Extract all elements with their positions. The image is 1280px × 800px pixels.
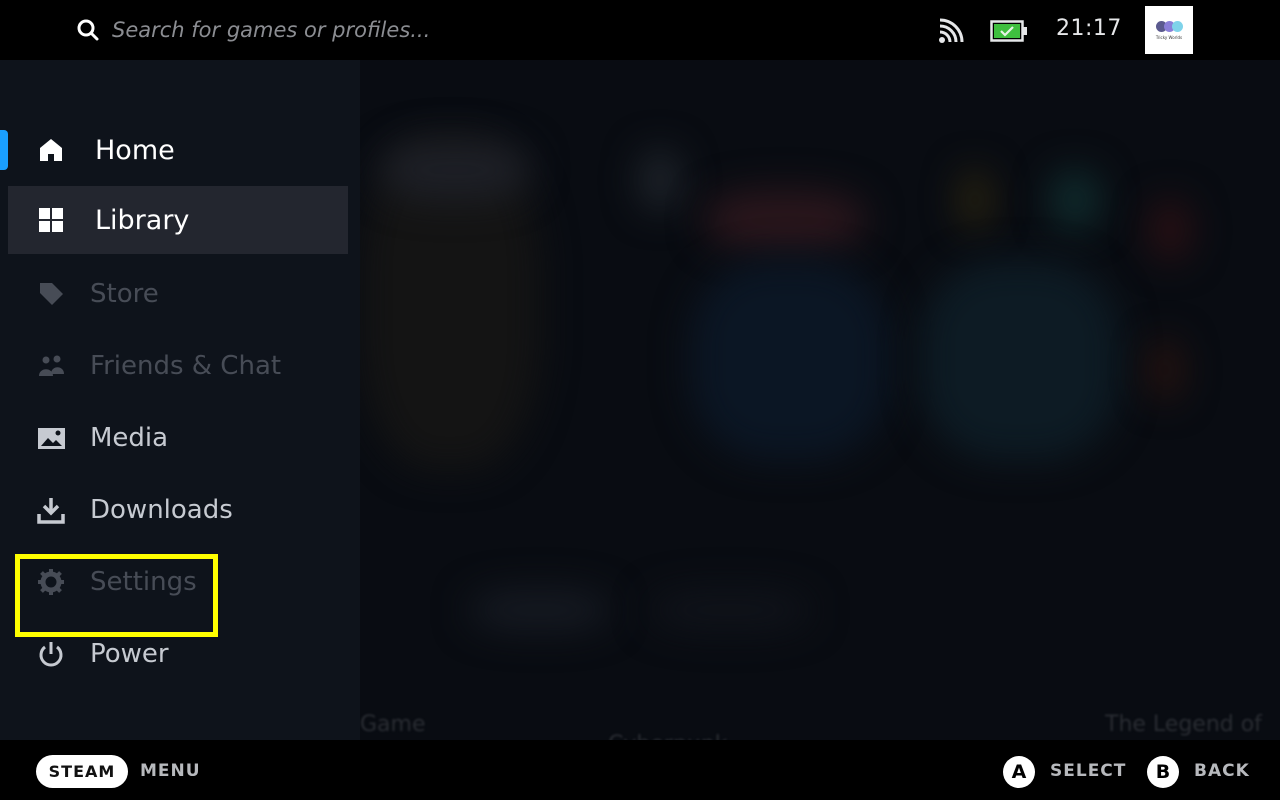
sidebar-item-store[interactable]: Store (8, 260, 348, 328)
sidebar-item-label: Settings (90, 567, 197, 597)
a-button-icon[interactable]: A (1003, 756, 1035, 788)
active-indicator (0, 130, 8, 170)
background-game-title: The Legend of (1105, 712, 1262, 737)
avatar[interactable]: Tricky Worlds (1145, 6, 1193, 54)
download-icon (36, 495, 66, 525)
b-button-icon[interactable]: B (1147, 756, 1179, 788)
sidebar-item-label: Media (90, 423, 169, 453)
sidebar-item-label: Downloads (90, 495, 233, 525)
sidebar-item-library[interactable]: Library (8, 186, 348, 254)
clock: 21:17 (1056, 16, 1122, 41)
home-icon (36, 135, 66, 165)
power-icon (36, 639, 66, 669)
sidebar-item-label: Home (95, 134, 175, 166)
sidebar-item-label: Friends & Chat (90, 351, 282, 381)
top-bar: 21:17 Tricky Worlds (0, 0, 1280, 60)
search-bar[interactable] (76, 14, 492, 46)
sidebar-item-label: Power (90, 639, 169, 669)
gear-icon (36, 567, 66, 597)
menu-hint-label: MENU (140, 761, 201, 781)
sidebar-item-downloads[interactable]: Downloads (8, 476, 348, 544)
sidebar-item-label: Store (90, 279, 159, 309)
search-input[interactable] (112, 18, 492, 42)
background-game-title: Game (360, 712, 426, 737)
tag-icon (36, 279, 66, 309)
sidebar-item-power[interactable]: Power (8, 620, 348, 688)
bottom-hint-bar: STEAM MENU A SELECT B BACK (0, 740, 1280, 800)
friends-icon (36, 351, 66, 381)
avatar-logo (1155, 20, 1183, 32)
avatar-brand-text: Tricky Worlds (1155, 34, 1183, 40)
background-game-title: Cyberpunk (608, 732, 728, 740)
steam-button[interactable]: STEAM (36, 755, 128, 788)
image-icon (36, 423, 66, 453)
blurred-home-content: Game Cyberpunk The Legend of (360, 60, 1280, 740)
search-icon (77, 19, 99, 41)
sidebar-item-label: Library (95, 204, 190, 236)
sidebar-item-settings[interactable]: Settings (8, 548, 348, 616)
grid-icon (36, 205, 66, 235)
battery-charging-icon[interactable] (990, 20, 1028, 42)
sidebar-item-media[interactable]: Media (8, 404, 348, 472)
back-hint-label: BACK (1194, 761, 1250, 781)
sidebar-item-friends[interactable]: Friends & Chat (8, 332, 348, 400)
sidebar-item-home[interactable]: Home (8, 116, 348, 184)
select-hint-label: SELECT (1050, 761, 1127, 781)
main-menu-sidebar: Home Library Store Friends & Chat Media … (0, 60, 360, 740)
wifi-icon[interactable] (938, 18, 964, 44)
